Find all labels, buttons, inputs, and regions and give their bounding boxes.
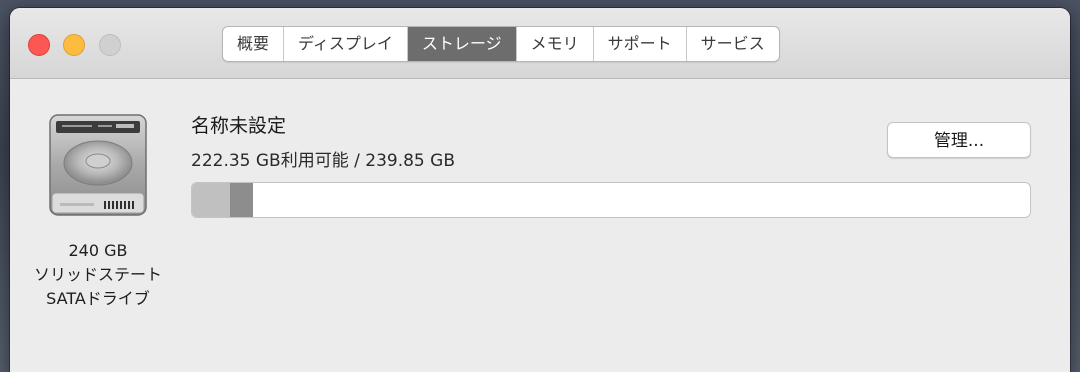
tab-memory[interactable]: メモリ: [517, 27, 594, 61]
zoom-button[interactable]: [99, 34, 121, 56]
drive-size-label: 240 GB: [68, 241, 128, 260]
tab-storage[interactable]: ストレージ: [407, 27, 517, 61]
drive-info: 240 GB ソリッドステート SATAドライブ: [10, 239, 186, 311]
tab-displays[interactable]: ディスプレイ: [284, 27, 408, 61]
titlebar: 概要 ディスプレイ ストレージ メモリ サポート サービス: [10, 8, 1070, 79]
capacity-text: 222.35 GB利用可能 / 239.85 GB: [191, 151, 455, 171]
volume-name: 名称未設定: [191, 115, 287, 137]
drive-interface-label: SATAドライブ: [46, 289, 150, 308]
usage-segment-system: [192, 183, 230, 217]
minimize-button[interactable]: [63, 34, 85, 56]
storage-pane: 240 GB ソリッドステート SATAドライブ 名称未設定 222.35 GB…: [10, 79, 1070, 372]
storage-usage-bar[interactable]: [191, 182, 1031, 218]
tab-overview[interactable]: 概要: [223, 27, 285, 61]
about-this-mac-window: 概要 ディスプレイ ストレージ メモリ サポート サービス 240 GB ソリッ…: [10, 8, 1070, 372]
close-button[interactable]: [28, 34, 50, 56]
tab-service[interactable]: サービス: [687, 27, 779, 61]
hard-drive-icon: [46, 113, 150, 217]
tab-support[interactable]: サポート: [594, 27, 687, 61]
tab-bar: 概要 ディスプレイ ストレージ メモリ サポート サービス: [222, 26, 780, 62]
usage-segment-other: [229, 183, 254, 217]
manage-button[interactable]: 管理...: [887, 122, 1031, 158]
drive-type-label: ソリッドステート: [33, 265, 162, 284]
